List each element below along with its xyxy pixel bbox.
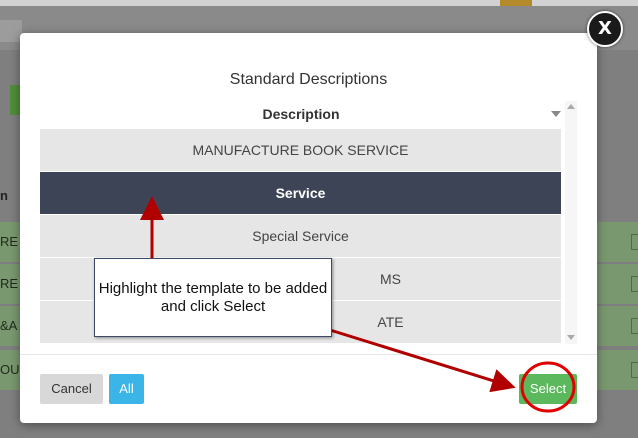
select-highlight-circle — [520, 361, 576, 413]
instruction-callout: Highlight the template to be added and c… — [94, 258, 332, 337]
annotation-overlay — [140, 196, 576, 413]
callout-text: Highlight the template to be added and c… — [98, 279, 328, 315]
arrow-to-select — [329, 328, 516, 393]
